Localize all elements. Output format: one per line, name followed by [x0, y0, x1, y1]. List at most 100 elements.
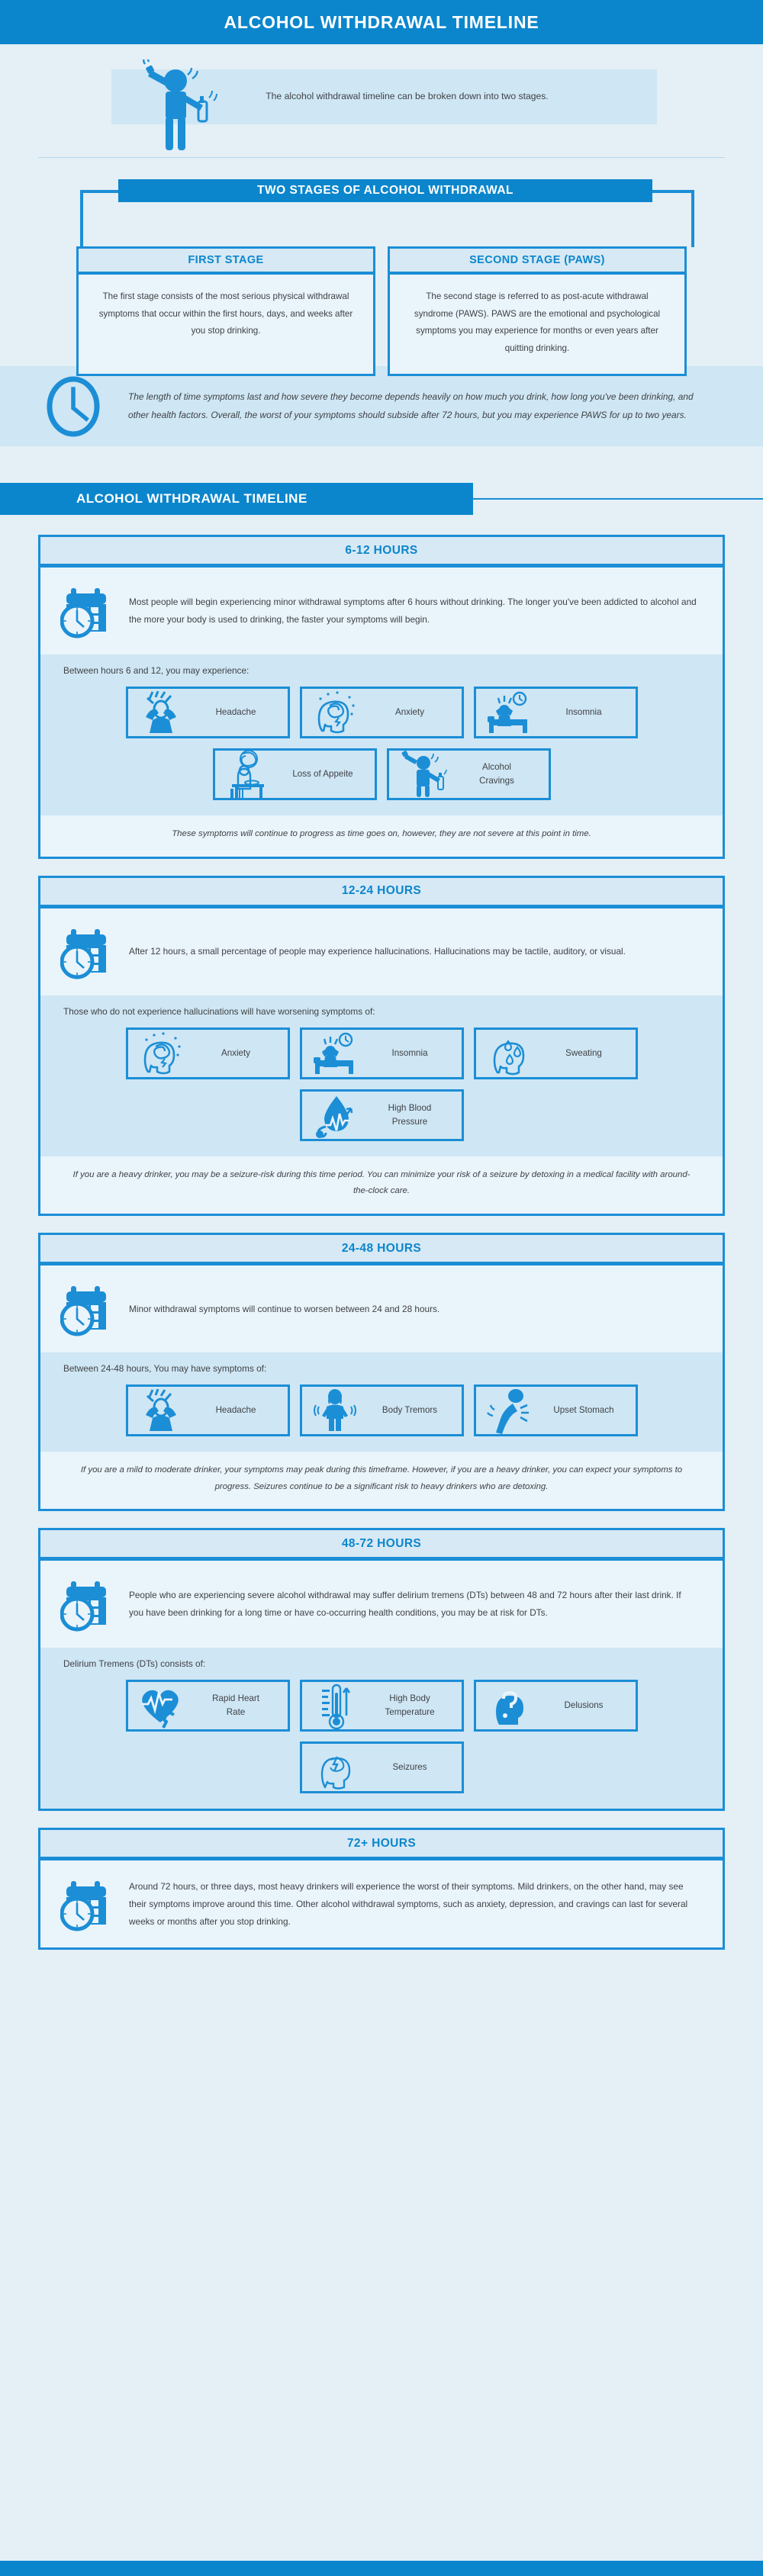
- symptom-box[interactable]: Alcohol Cravings: [386, 748, 551, 800]
- symptoms-band: Between 24-48 hours, You may have sympto…: [40, 1352, 723, 1452]
- sweating-icon: [481, 1031, 537, 1076]
- calendar-clock-icon: [60, 581, 115, 641]
- intro-text: The alcohol withdrawal timeline can be b…: [266, 91, 549, 102]
- footer-bar: [0, 2561, 763, 2576]
- symptom-label: Loss of Appeite: [292, 769, 353, 780]
- symptom-box[interactable]: Insomnia: [473, 687, 638, 738]
- timeline-cards-list: 6-12 HOURS Most people will begin experi…: [0, 535, 763, 1950]
- timeline-banner-section: ALCOHOL WITHDRAWAL TIMELINE: [0, 483, 763, 515]
- timeline-card: 24-48 HOURS Minor withdrawal symptoms wi…: [38, 1233, 725, 1512]
- clock-note-text: The length of time symptoms last and how…: [128, 391, 694, 420]
- symptoms-lead: Those who do not experience hallucinatio…: [63, 1005, 375, 1017]
- timeline-card-intro: Around 72 hours, or three days, most hea…: [40, 1860, 723, 1948]
- timeline-card: 12-24 HOURS After 12 hours, a small perc…: [38, 875, 725, 1217]
- symptom-row: Anxiety Insomnia Sweating: [63, 1027, 700, 1079]
- symptom-label: Alcohol Cravings: [479, 762, 514, 786]
- loss-of-appetite-icon: [220, 749, 276, 799]
- calendar-clock-icon: [60, 1279, 115, 1339]
- timeline-card-intro-text: Around 72 hours, or three days, most hea…: [129, 1880, 688, 1927]
- drinking-person-icon: [128, 59, 218, 151]
- stage-card-first: FIRST STAGE The first stage consists of …: [76, 246, 375, 377]
- anxiety-head-icon: [307, 689, 363, 736]
- symptom-box[interactable]: High Body Temperature: [299, 1680, 464, 1732]
- alcohol-cravings-icon: [394, 751, 450, 798]
- symptoms-lead: Between 24-48 hours, You may have sympto…: [63, 1363, 267, 1375]
- headache-icon: [133, 691, 189, 734]
- symptom-box[interactable]: Sweating: [473, 1027, 638, 1079]
- seizures-icon: [307, 1745, 363, 1790]
- symptom-box[interactable]: Insomnia: [299, 1027, 464, 1079]
- symptom-box[interactable]: Anxiety: [125, 1027, 290, 1079]
- stage-card-text: The first stage consists of the most ser…: [98, 291, 353, 336]
- timeline-card-heading: 72+ HOURS: [40, 1830, 723, 1861]
- symptom-label: Upset Stomach: [553, 1405, 614, 1416]
- stage-card-heading: SECOND STAGE (PAWS): [390, 249, 684, 275]
- stage-card-body: The second stage is referred to as post-…: [390, 275, 684, 374]
- symptom-label: Insomnia: [565, 707, 602, 718]
- symptom-box[interactable]: Loss of Appeite: [212, 748, 377, 800]
- page-header: ALCOHOL WITHDRAWAL TIMELINE: [0, 0, 763, 44]
- symptom-label: Anxiety: [221, 1047, 251, 1058]
- calendar-clock-icon: [60, 922, 115, 982]
- timeline-card-intro: Minor withdrawal symptoms will continue …: [40, 1265, 723, 1353]
- symptoms-lead: Between hours 6 and 12, you may experien…: [63, 665, 250, 676]
- timeline-card-intro: After 12 hours, a small percentage of pe…: [40, 908, 723, 995]
- symptom-label: Delusions: [564, 1700, 604, 1711]
- symptom-label: Sweating: [565, 1047, 602, 1058]
- clock-note-band: The length of time symptoms last and how…: [0, 366, 763, 446]
- page-title: ALCOHOL WITHDRAWAL TIMELINE: [224, 11, 539, 32]
- headache-icon: [133, 1389, 189, 1432]
- timeline-card-intro: People who are experiencing severe alcoh…: [40, 1561, 723, 1648]
- symptom-box[interactable]: Headache: [125, 687, 290, 738]
- symptom-label: Body Tremors: [382, 1405, 438, 1416]
- symptom-box[interactable]: Headache: [125, 1384, 290, 1437]
- timeline-card-intro-text: After 12 hours, a small percentage of pe…: [129, 946, 626, 957]
- stage-cards-row: FIRST STAGE The first stage consists of …: [0, 246, 763, 377]
- timeline-banner-rule: [473, 498, 763, 500]
- timeline-card: 48-72 HOURS People who are experiencing …: [38, 1528, 725, 1812]
- symptom-box[interactable]: Anxiety: [299, 687, 464, 738]
- symptom-label: High Body Temperature: [385, 1693, 435, 1718]
- symptom-label: Anxiety: [394, 707, 425, 718]
- symptom-row: Headache Body Tremors Upset Stomach: [63, 1384, 700, 1437]
- symptom-label: Rapid Heart Rate: [212, 1693, 259, 1718]
- symptom-box[interactable]: High Blood Pressure: [299, 1089, 464, 1141]
- symptom-row: Seizures: [63, 1741, 700, 1794]
- body-tremors-icon: [307, 1388, 363, 1433]
- symptoms-band: Between hours 6 and 12, you may experien…: [40, 654, 723, 815]
- symptom-row: High Blood Pressure: [63, 1089, 700, 1141]
- delusions-icon: [481, 1684, 537, 1728]
- symptom-row: Headache Anxiety Insomnia: [63, 687, 700, 738]
- blood-pressure-icon: [307, 1092, 363, 1139]
- symptoms-band: Delirium Tremens (DTs) consists of: Rapi…: [40, 1648, 723, 1809]
- symptom-box[interactable]: Upset Stomach: [473, 1384, 638, 1437]
- timeline-card-note-text: If you are a mild to moderate drinker, y…: [80, 1465, 683, 1491]
- symptom-box[interactable]: Seizures: [299, 1741, 464, 1794]
- timeline-card-heading: 12-24 HOURS: [40, 877, 723, 909]
- symptom-label: High Blood Pressure: [388, 1102, 432, 1127]
- timeline-card-note: If you are a heavy drinker, you may be a…: [40, 1156, 723, 1214]
- symptom-label: Headache: [215, 707, 256, 718]
- timeline-card-intro-text: People who are experiencing severe alcoh…: [129, 1590, 681, 1619]
- timeline-card: 72+ HOURS Around 72 hours, or three days…: [38, 1828, 725, 1950]
- clock-icon: [46, 376, 101, 437]
- thermometer-icon: [307, 1680, 363, 1731]
- clock-note-text-wrap: The length of time symptoms last and how…: [128, 388, 708, 425]
- insomnia-icon: [307, 1031, 363, 1076]
- symptoms-band: Those who do not experience hallucinatio…: [40, 995, 723, 1156]
- symptom-row: Loss of Appeite Alcohol Cravings: [63, 748, 700, 800]
- symptom-label: Seizures: [392, 1762, 427, 1773]
- intro-section: The alcohol withdrawal timeline can be b…: [0, 59, 763, 150]
- timeline-card-note-text: These symptoms will continue to progress…: [172, 829, 591, 838]
- symptom-box[interactable]: Body Tremors: [299, 1384, 464, 1437]
- stages-title: TWO STAGES OF ALCOHOL WITHDRAWAL: [118, 179, 652, 202]
- symptom-box[interactable]: Rapid Heart Rate: [125, 1680, 290, 1732]
- insomnia-icon: [481, 690, 537, 735]
- timeline-card-heading: 48-72 HOURS: [40, 1530, 723, 1561]
- timeline-card-note: If you are a mild to moderate drinker, y…: [40, 1452, 723, 1510]
- symptom-box[interactable]: Delusions: [473, 1680, 638, 1732]
- timeline-card-intro: Most people will begin experiencing mino…: [40, 568, 723, 654]
- stage-card-text: The second stage is referred to as post-…: [414, 291, 661, 353]
- stage-card-second: SECOND STAGE (PAWS) The second stage is …: [388, 246, 687, 377]
- timeline-card-heading: 6-12 HOURS: [40, 537, 723, 568]
